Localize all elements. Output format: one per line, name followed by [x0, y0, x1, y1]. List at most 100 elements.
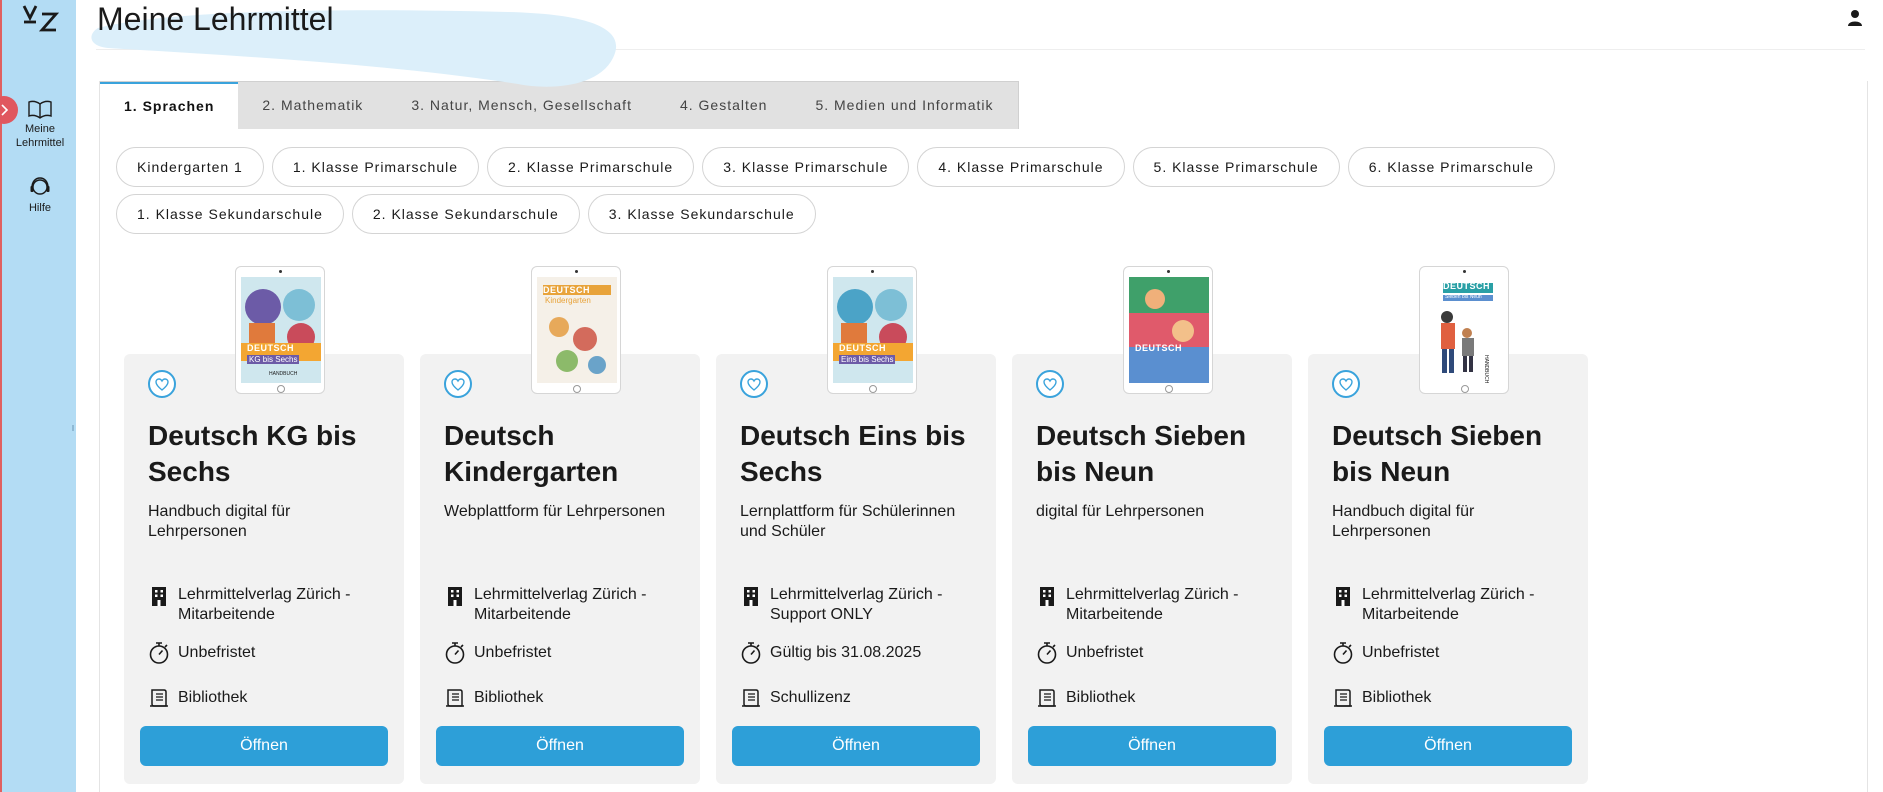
open-button[interactable]: Öffnen — [1028, 726, 1276, 766]
heart-icon — [1339, 377, 1353, 391]
lehrmittel-card: DEUTSCH Kindergarten Deutsch Kindergarten W… — [420, 266, 700, 784]
level-pill[interactable]: 2. Klasse Sekundarschule — [351, 194, 580, 234]
cover-brand: DEUTSCH — [1443, 281, 1491, 291]
tablet-camera — [279, 270, 282, 273]
level-pill[interactable]: 2. Klasse Primarschule — [487, 147, 695, 187]
lehrmittel-card: DEUTSCH Eins bis Sechs Deutsch Eins bis Se… — [716, 266, 996, 784]
building-icon — [448, 587, 462, 606]
cover-brand: DEUTSCH — [247, 343, 295, 353]
tab-4[interactable]: 4. Gestalten — [656, 82, 792, 129]
headset-icon — [30, 177, 50, 195]
lehrmittel-panel: 1. Sprachen 2. Mathematik 3. Natur, Mensch… — [99, 81, 1868, 792]
license-text: Bibliothek — [474, 689, 544, 706]
level-pill[interactable]: 1. Klasse Sekundarschule — [116, 194, 344, 234]
level-pill[interactable]: 6. Klasse Primarschule — [1347, 147, 1555, 187]
duration-text: Gültig bis 31.08.2025 — [770, 644, 922, 661]
cover-screen: DEUTSCH Kindergarten — [537, 277, 617, 383]
level-pill[interactable]: 3. Klasse Sekundarschule — [587, 194, 816, 234]
license-text: Bibliothek — [1362, 689, 1432, 706]
card-duration: Unbefristet — [1036, 641, 1276, 671]
card-duration: Unbefristet — [148, 641, 388, 671]
cover-image[interactable]: DEUTSCH KG bis Sechs HANDBUCH — [235, 266, 325, 394]
library-icon — [1038, 689, 1056, 707]
cover-tag: HANDBUCH — [269, 371, 298, 377]
cover-image[interactable]: DEUTSCH Eins bis Sechs — [827, 266, 917, 394]
favorite-button[interactable] — [148, 370, 176, 398]
level-pill[interactable]: 5. Klasse Primarschule — [1132, 147, 1340, 187]
library-icon — [742, 689, 760, 707]
tablet-home-button — [1461, 385, 1469, 393]
card-organisation: Lehrmittelverlag Zürich - Mitarbeitende — [1036, 585, 1276, 625]
card-title: Deutsch Sieben bis Neun — [1332, 420, 1543, 487]
cover-image[interactable]: DEUTSCH Sieben bis Neun HANDBUCH — [1419, 266, 1509, 394]
sidebar-item-meine-lehrmittel[interactable]: Meine Lehrmittel — [2, 100, 78, 150]
stopwatch-icon — [445, 642, 465, 664]
tablet-home-button — [573, 385, 581, 393]
level-pill[interactable]: 3. Klasse Primarschule — [702, 147, 910, 187]
tablet-camera — [1463, 270, 1466, 273]
building-icon — [1336, 587, 1350, 606]
card-license: Bibliothek — [444, 687, 684, 715]
card-duration: Unbefristet — [444, 641, 684, 671]
level-pill[interactable]: 4. Klasse Primarschule — [917, 147, 1125, 187]
card-title: Deutsch Kindergarten — [444, 420, 619, 487]
tablet-camera — [1167, 270, 1170, 273]
library-icon — [446, 689, 464, 707]
favorite-button[interactable] — [740, 370, 768, 398]
card-organisation: Lehrmittelverlag Zürich - Mitarbeitende — [1332, 585, 1572, 625]
lehrmittel-card: DEUTSCH KG bis Sechs HANDBUCH Deutsch KG bi… — [124, 266, 404, 784]
heart-icon — [451, 377, 465, 391]
organisation-text: Lehrmittelverlag Zürich - Mitarbeitende — [474, 586, 647, 623]
card-list: DEUTSCH KG bis Sechs HANDBUCH Deutsch KG bi… — [124, 266, 1588, 784]
cover-image[interactable]: DEUTSCH Kindergarten — [531, 266, 621, 394]
license-text: Bibliothek — [178, 689, 248, 706]
card-license: Bibliothek — [1036, 687, 1276, 715]
license-text: Bibliothek — [1066, 689, 1136, 706]
level-pill[interactable]: 1. Klasse Primarschule — [271, 147, 480, 187]
app-root: Meine Lehrmittel Hilfe Meine Lehrmittel … — [0, 0, 1883, 792]
tablet-home-button — [277, 385, 285, 393]
lehrmittel-card: DEUTSCH Deutsch Sieben bis Neun digital fü… — [1012, 266, 1292, 784]
tablet-home-button — [869, 385, 877, 393]
card-subtitle: Webplattform für Lehrpersonen — [444, 503, 666, 520]
open-button[interactable]: Öffnen — [436, 726, 684, 766]
open-button[interactable]: Öffnen — [1324, 726, 1572, 766]
heart-icon — [155, 377, 169, 391]
tablet-camera — [575, 270, 578, 273]
sidebar: Meine Lehrmittel Hilfe — [0, 0, 76, 792]
favorite-button[interactable] — [444, 370, 472, 398]
building-icon — [744, 587, 758, 606]
sidebar-item-label: Meine Lehrmittel — [15, 123, 65, 149]
open-button[interactable]: Öffnen — [140, 726, 388, 766]
sidebar-item-hilfe[interactable]: Hilfe — [2, 175, 78, 215]
cover-screen: DEUTSCH Eins bis Sechs — [833, 277, 913, 383]
card-license: Bibliothek — [148, 687, 388, 715]
cover-image[interactable]: DEUTSCH — [1123, 266, 1213, 394]
lehrmittel-card: DEUTSCH Sieben bis Neun HANDBUCH Deutsch Si… — [1308, 266, 1588, 784]
heart-icon — [1043, 377, 1057, 391]
cover-brand: DEUTSCH — [543, 285, 591, 295]
open-button[interactable]: Öffnen — [732, 726, 980, 766]
organisation-text: Lehrmittelverlag Zürich - Mitarbeitende — [1362, 586, 1535, 623]
level-pill[interactable]: Kindergarten 1 — [116, 147, 264, 187]
favorite-button[interactable] — [1036, 370, 1064, 398]
cover-screen: DEUTSCH KG bis Sechs HANDBUCH — [241, 277, 321, 383]
building-icon — [1040, 587, 1054, 606]
favorite-button[interactable] — [1332, 370, 1360, 398]
vz-logo[interactable] — [22, 2, 62, 34]
cover-caption: Sieben bis Neun — [1445, 294, 1482, 300]
sidebar-resize-handle[interactable] — [72, 425, 74, 431]
stopwatch-icon — [741, 642, 761, 664]
library-icon — [150, 689, 168, 707]
card-organisation: Lehrmittelverlag Zürich - Support ONLY — [740, 585, 980, 625]
user-icon[interactable] — [1845, 8, 1865, 28]
card-organisation: Lehrmittelverlag Zürich - Mitarbeitende — [148, 585, 388, 625]
card-duration: Gültig bis 31.08.2025 — [740, 641, 980, 671]
card-duration: Unbefristet — [1332, 641, 1572, 671]
page-title: Meine Lehrmittel — [97, 1, 334, 37]
duration-text: Unbefristet — [178, 644, 256, 661]
cover-caption: Kindergarten — [545, 296, 591, 305]
tablet-home-button — [1165, 385, 1173, 393]
cover-brand: DEUTSCH — [839, 343, 887, 353]
tab-5[interactable]: 5. Medien und Informatik — [791, 82, 1017, 129]
